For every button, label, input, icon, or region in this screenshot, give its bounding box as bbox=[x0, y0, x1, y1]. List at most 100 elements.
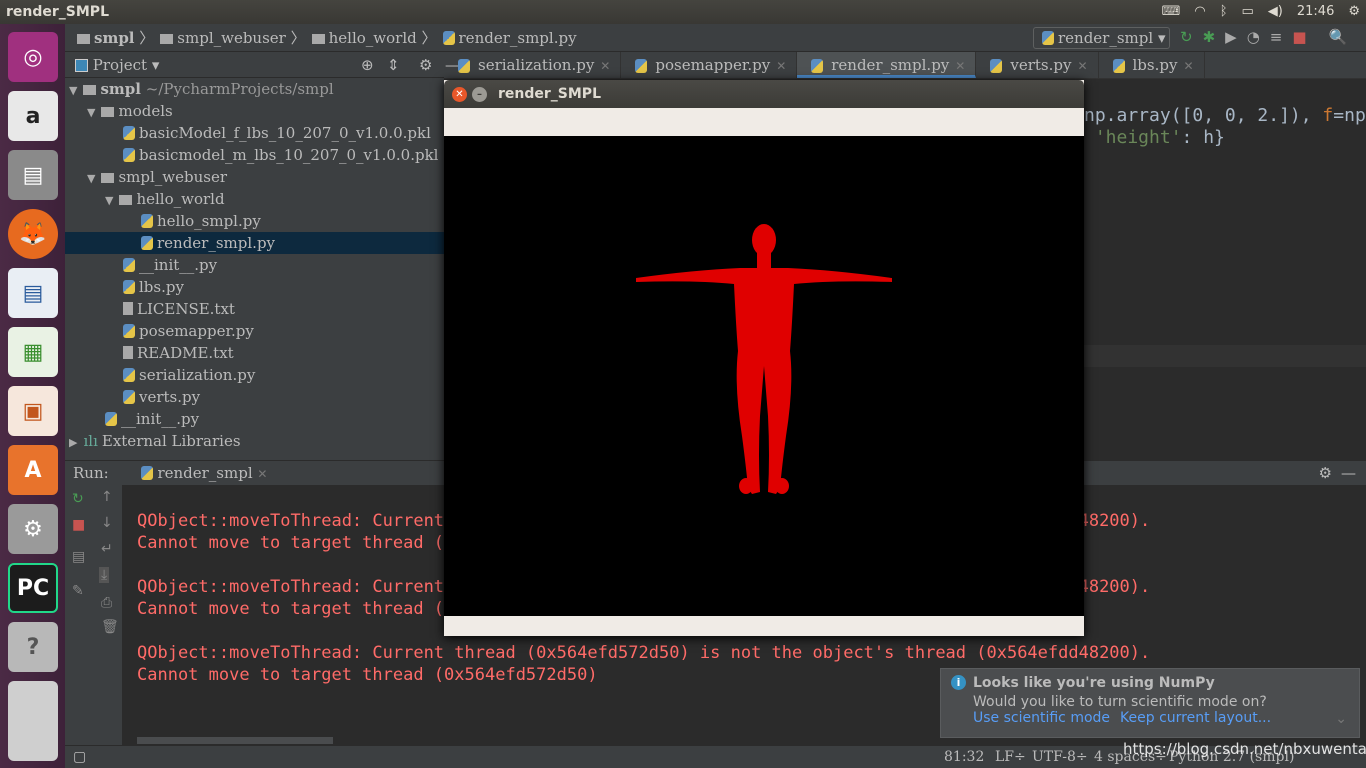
active-window-title: render_SMPL bbox=[6, 4, 109, 20]
coverage-icon[interactable]: ▶ bbox=[1225, 28, 1237, 46]
clock[interactable]: 21:46 bbox=[1297, 0, 1334, 24]
writer-icon[interactable]: ▤ bbox=[8, 268, 58, 318]
breadcrumb-item[interactable]: render_smpl.py bbox=[442, 24, 577, 51]
toggle-panels-icon[interactable]: ▢ bbox=[73, 746, 86, 768]
tree-item[interactable]: LICENSE.txt bbox=[65, 298, 444, 320]
soft-wrap-icon[interactable]: ↵ bbox=[101, 541, 113, 557]
tree-item[interactable]: ▼ models bbox=[65, 100, 444, 122]
close-tab-icon[interactable]: ✕ bbox=[955, 59, 965, 73]
close-icon[interactable]: ✕ bbox=[452, 87, 467, 102]
tab-serialization-py[interactable]: serialization.py ✕ bbox=[444, 52, 622, 78]
down-icon[interactable]: ↓ bbox=[101, 515, 113, 531]
console-line: Cannot move to target thread (0x564efd57… bbox=[137, 665, 598, 685]
impress-icon[interactable]: ▣ bbox=[8, 386, 58, 436]
tab-verts-py[interactable]: verts.py ✕ bbox=[976, 52, 1099, 78]
gear-icon[interactable]: ⚙ bbox=[419, 52, 432, 78]
system-settings-icon[interactable]: ⚙ bbox=[8, 504, 58, 554]
close-tab-icon[interactable]: ✕ bbox=[776, 59, 786, 73]
rerun-icon[interactable]: ↻ bbox=[1180, 28, 1193, 46]
concurrency-icon[interactable]: ≡ bbox=[1270, 28, 1283, 46]
trash-icon[interactable]: 🗑 bbox=[101, 619, 119, 635]
expand-arrow-icon[interactable]: ▼ bbox=[69, 84, 77, 97]
search-icon[interactable]: 🔍 bbox=[1329, 28, 1348, 46]
close-tab-icon[interactable]: ✕ bbox=[1183, 59, 1193, 73]
bluetooth-icon[interactable]: ᛒ bbox=[1220, 0, 1228, 24]
rerun-icon[interactable]: ↻ bbox=[72, 491, 84, 507]
profile-icon[interactable]: ◔ bbox=[1247, 28, 1260, 46]
amazon-icon[interactable]: a bbox=[8, 91, 58, 141]
expand-arrow-icon[interactable]: ▶ bbox=[69, 436, 77, 449]
expand-arrow-icon[interactable]: ▼ bbox=[87, 172, 95, 185]
files-icon[interactable]: ▤ bbox=[8, 150, 58, 200]
up-icon[interactable]: ↑ bbox=[101, 489, 113, 505]
tree-item[interactable]: verts.py bbox=[65, 386, 444, 408]
encoding[interactable]: UTF-8÷ bbox=[1032, 746, 1088, 768]
expand-arrow-icon[interactable]: ▼ bbox=[87, 106, 95, 119]
tab-lbs-py[interactable]: lbs.py ✕ bbox=[1099, 52, 1205, 78]
minimize-icon[interactable]: – bbox=[472, 87, 487, 102]
breadcrumb-item[interactable]: smpl_webuser 〉 bbox=[160, 24, 306, 51]
software-center-icon[interactable]: A bbox=[8, 445, 58, 495]
expand-arrow-icon[interactable]: ▼ bbox=[105, 194, 113, 207]
help-icon[interactable]: ? bbox=[8, 622, 58, 672]
project-panel-header[interactable]: Project ▾ ⊕ ⇕ ⚙ — bbox=[65, 52, 460, 78]
run-config-select[interactable]: render_smpl ▾ bbox=[1033, 27, 1170, 49]
pycharm-icon[interactable]: PC bbox=[8, 563, 58, 613]
tree-item[interactable]: ▼ smpl ~/PycharmProjects/smpl bbox=[65, 78, 444, 100]
locate-icon[interactable]: ⊕ bbox=[361, 52, 374, 78]
close-tab-icon[interactable]: ✕ bbox=[600, 59, 610, 73]
tree-item[interactable]: basicmodel_m_lbs_10_207_0_v1.0.0.pkl bbox=[65, 144, 444, 166]
pin-icon[interactable]: ✎ bbox=[72, 583, 84, 599]
use-scientific-mode-link[interactable]: Use scientific mode bbox=[973, 710, 1110, 726]
python-file-icon bbox=[458, 59, 470, 73]
code-line: 'height': h} bbox=[1084, 127, 1225, 148]
calc-icon[interactable]: ▦ bbox=[8, 327, 58, 377]
tree-item[interactable]: posemapper.py bbox=[65, 320, 444, 342]
tree-item[interactable]: render_smpl.py bbox=[65, 232, 444, 254]
keyboard-icon[interactable]: ⌨ bbox=[1162, 0, 1181, 24]
folder-icon bbox=[83, 85, 97, 95]
tab-posemapper-py[interactable]: posemapper.py ✕ bbox=[621, 52, 798, 78]
tree-item[interactable]: __init__.py bbox=[65, 408, 444, 430]
workspaces-icon[interactable] bbox=[8, 681, 58, 761]
debug-icon[interactable]: ✱ bbox=[1203, 28, 1216, 46]
stop-icon[interactable]: ■ bbox=[1292, 28, 1306, 46]
current-line-highlight bbox=[1084, 345, 1366, 367]
tree-item[interactable]: ▼ smpl_webuser bbox=[65, 166, 444, 188]
tree-item[interactable]: basicModel_f_lbs_10_207_0_v1.0.0.pkl bbox=[65, 122, 444, 144]
tree-item[interactable]: hello_smpl.py bbox=[65, 210, 444, 232]
breadcrumb-item[interactable]: hello_world 〉 bbox=[311, 24, 437, 51]
project-tree: ▼ smpl ~/PycharmProjects/smpl ▼ models basic… bbox=[65, 78, 444, 460]
power-icon[interactable]: ⚙ bbox=[1348, 0, 1360, 24]
tree-item[interactable]: serialization.py bbox=[65, 364, 444, 386]
minimize-icon[interactable]: — bbox=[1341, 461, 1356, 485]
body-figure bbox=[636, 224, 892, 494]
tree-item[interactable]: README.txt bbox=[65, 342, 444, 364]
stop-icon[interactable]: ■ bbox=[72, 517, 85, 533]
firefox-icon[interactable]: 🦊 bbox=[8, 209, 58, 259]
layout-icon[interactable]: ▤ bbox=[72, 549, 85, 565]
tree-item[interactable]: ▼ hello_world bbox=[65, 188, 444, 210]
chevron-down-icon[interactable]: ⌄ bbox=[1335, 711, 1347, 727]
tree-item[interactable]: lbs.py bbox=[65, 276, 444, 298]
tree-item[interactable]: ▶ ılı External Libraries bbox=[65, 430, 444, 452]
run-tab[interactable]: render_smpl ✕ bbox=[131, 464, 278, 482]
volume-icon[interactable]: ◀) bbox=[1268, 0, 1283, 24]
caret-position[interactable]: 81:32 bbox=[944, 746, 984, 768]
tab-render_smpl-py[interactable]: render_smpl.py ✕ bbox=[797, 52, 977, 78]
scroll-to-end-icon[interactable]: ⤓ bbox=[99, 567, 110, 583]
keep-layout-link[interactable]: Keep current layout... bbox=[1120, 710, 1271, 726]
collapse-icon[interactable]: ⇕ bbox=[387, 52, 400, 78]
line-separator[interactable]: LF÷ bbox=[995, 746, 1026, 768]
wifi-icon[interactable]: ◠ bbox=[1194, 0, 1205, 24]
battery-icon[interactable]: ▭ bbox=[1242, 0, 1254, 24]
close-tab-icon[interactable]: ✕ bbox=[1077, 59, 1087, 73]
window-titlebar[interactable]: ✕ – render_SMPL bbox=[444, 80, 1084, 108]
horizontal-scrollbar[interactable] bbox=[137, 737, 333, 744]
print-icon[interactable]: ⎙ bbox=[101, 595, 112, 611]
tree-item[interactable]: __init__.py bbox=[65, 254, 444, 276]
gear-icon[interactable]: ⚙ bbox=[1319, 461, 1332, 485]
editor-tabs: serialization.py ✕ posemapper.py ✕ render_sm… bbox=[444, 52, 1366, 79]
breadcrumb-item[interactable]: smpl 〉 bbox=[77, 24, 154, 51]
ubuntu-dash-icon[interactable]: ◎ bbox=[8, 32, 58, 82]
